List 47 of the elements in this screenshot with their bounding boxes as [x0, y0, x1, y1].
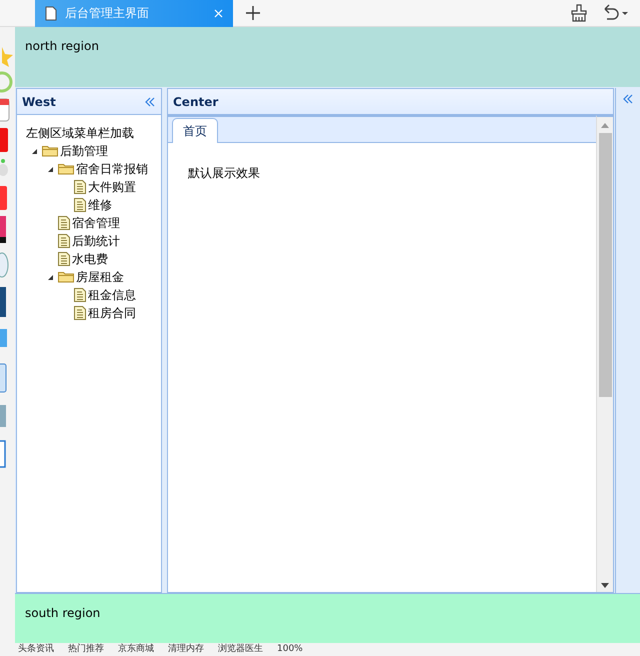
content-text: 默认展示效果 — [188, 166, 260, 180]
tree-item[interactable]: 后勤统计 — [72, 232, 120, 250]
tree-item[interactable]: 维修 — [88, 196, 112, 214]
tree-item[interactable]: 大件购置 — [88, 178, 136, 196]
tree-item[interactable]: 水电费 — [72, 250, 108, 268]
page-icon — [45, 6, 57, 20]
expanded-icon[interactable] — [30, 148, 38, 154]
status-item[interactable]: 清理内存 — [168, 643, 204, 656]
collapse-icon[interactable] — [145, 96, 155, 106]
menu-title: 左侧区域菜单栏加载 — [26, 125, 135, 142]
panel-title: Center — [173, 94, 220, 108]
tree-item[interactable]: 房屋租金 — [76, 268, 124, 286]
expanded-icon[interactable] — [46, 166, 54, 172]
status-item[interactable]: 100% — [277, 643, 303, 656]
tree-item[interactable]: 租房合同 — [88, 304, 136, 322]
scroll-down-icon[interactable] — [601, 583, 609, 588]
region-label: north region — [25, 39, 99, 53]
scroll-thumb[interactable] — [598, 133, 612, 397]
tree-item[interactable]: 租金信息 — [88, 286, 136, 304]
status-item[interactable]: 浏览器医生 — [218, 643, 263, 656]
document-icon — [74, 306, 86, 320]
folder-icon — [42, 145, 58, 157]
document-icon — [74, 288, 86, 302]
tab[interactable]: 首页 — [172, 118, 218, 143]
tree-item[interactable]: 宿舍管理 — [72, 214, 120, 232]
scrollbar[interactable] — [596, 115, 613, 592]
status-item[interactable]: 京东商城 — [118, 643, 154, 656]
document-icon — [58, 252, 70, 266]
document-icon — [74, 180, 86, 194]
new-tab-icon[interactable] — [246, 6, 260, 20]
region-label: south region — [25, 606, 100, 620]
tree-item[interactable]: 宿舍日常报销 — [76, 160, 148, 178]
close-icon[interactable] — [214, 8, 223, 18]
document-icon — [58, 234, 70, 248]
broom-icon[interactable] — [570, 4, 588, 22]
tab-title: 后台管理主界面 — [65, 4, 150, 22]
folder-icon — [58, 163, 74, 175]
tree-item[interactable]: 后勤管理 — [60, 142, 108, 160]
document-icon — [74, 198, 86, 212]
scroll-up-icon[interactable] — [601, 123, 609, 128]
expanded-icon[interactable] — [46, 274, 54, 280]
folder-icon — [58, 271, 74, 283]
panel-title: West — [22, 94, 57, 108]
expand-icon[interactable] — [623, 94, 633, 104]
status-item[interactable]: 热门推荐 — [68, 643, 104, 656]
status-item[interactable]: 头条资讯 — [18, 643, 54, 656]
document-icon — [58, 216, 70, 230]
